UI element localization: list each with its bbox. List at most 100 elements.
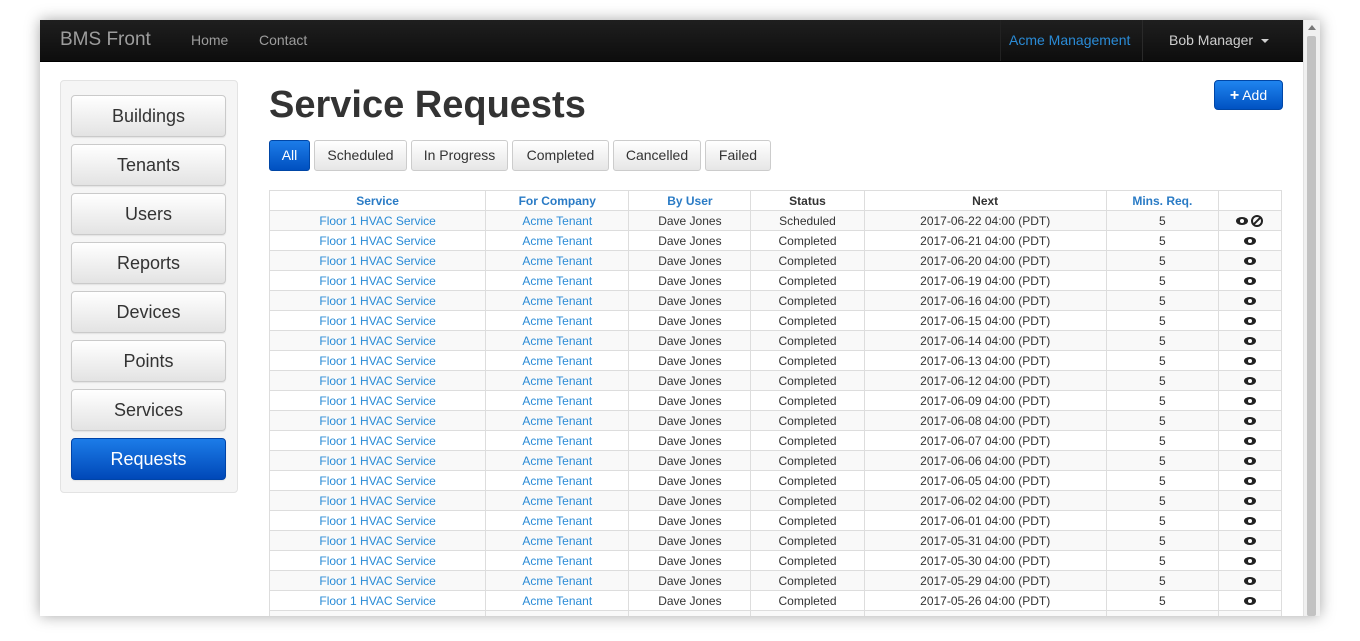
view-eye-icon[interactable] (1243, 417, 1256, 426)
column-header-service[interactable]: Service (268, 190, 487, 211)
view-eye-icon[interactable] (1243, 357, 1256, 366)
service-link[interactable]: Floor 1 HVAC Service (268, 310, 486, 331)
mins-req-cell: 5 (1105, 470, 1219, 491)
view-eye-icon[interactable] (1236, 217, 1249, 226)
column-header-mins-req[interactable]: Mins. Req. (1105, 190, 1219, 211)
vertical-scrollbar[interactable] (1303, 20, 1320, 616)
company-link[interactable]: Acme Tenant (485, 570, 629, 591)
company-link[interactable]: Acme Tenant (485, 390, 629, 411)
sidebar-item-tenants[interactable]: Tenants (71, 144, 226, 186)
sidebar-item-reports[interactable]: Reports (71, 242, 226, 284)
view-eye-icon[interactable] (1243, 317, 1256, 326)
company-link[interactable]: Acme Tenant (485, 290, 629, 311)
view-eye-icon[interactable] (1243, 437, 1256, 446)
view-eye-icon[interactable] (1243, 457, 1256, 466)
service-link[interactable]: Floor 1 HVAC Service (268, 370, 486, 391)
view-eye-icon[interactable] (1243, 237, 1256, 246)
filter-all[interactable]: All (269, 140, 310, 171)
column-header-by-user[interactable]: By User (628, 190, 752, 211)
service-link[interactable]: Floor 1 HVAC Service (268, 330, 486, 351)
view-eye-icon[interactable] (1243, 557, 1256, 566)
sidebar-item-services[interactable]: Services (71, 389, 226, 431)
view-eye-icon[interactable] (1243, 337, 1256, 346)
table-row: Floor 1 HVAC ServiceAcme TenantDave Jone… (268, 430, 1282, 451)
service-link[interactable]: Floor 1 HVAC Service (268, 510, 486, 531)
company-link[interactable]: Acme Tenant (485, 410, 629, 431)
company-link[interactable]: Acme Tenant (485, 310, 629, 331)
service-link[interactable]: Floor 1 HVAC Service (268, 250, 486, 271)
company-link[interactable]: Acme Tenant (485, 350, 629, 371)
company-link[interactable]: Acme Tenant (485, 530, 629, 551)
service-link[interactable]: Floor 1 HVAC Service (268, 210, 486, 231)
organization-link[interactable]: Acme Management (1000, 20, 1150, 61)
service-link[interactable]: Floor 1 HVAC Service (268, 230, 486, 251)
sidebar-item-requests[interactable]: Requests (71, 438, 226, 480)
status-cell: Completed (750, 350, 865, 371)
company-link[interactable]: Acme Tenant (485, 550, 629, 571)
brand-link[interactable]: BMS Front (60, 29, 151, 51)
view-eye-icon[interactable] (1243, 537, 1256, 546)
service-link[interactable]: Floor 1 HVAC Service (268, 430, 486, 451)
filter-in-progress[interactable]: In Progress (411, 140, 508, 171)
view-eye-icon[interactable] (1243, 277, 1256, 286)
view-eye-icon[interactable] (1243, 497, 1256, 506)
filter-failed[interactable]: Failed (705, 140, 771, 171)
company-link[interactable]: Acme Tenant (485, 470, 629, 491)
service-link[interactable]: Floor 1 HVAC Service (268, 290, 486, 311)
company-link[interactable]: Acme Tenant (485, 250, 629, 271)
filter-completed[interactable]: Completed (512, 140, 609, 171)
company-link[interactable]: Acme Tenant (485, 590, 629, 611)
filter-cancelled[interactable]: Cancelled (613, 140, 701, 171)
company-link[interactable]: Acme Tenant (485, 430, 629, 451)
service-link[interactable]: Floor 1 HVAC Service (268, 610, 486, 616)
view-eye-icon[interactable] (1243, 257, 1256, 266)
nav-link-home[interactable]: Home (191, 32, 228, 48)
company-link[interactable]: Acme Tenant (485, 210, 629, 231)
service-link[interactable]: Floor 1 HVAC Service (268, 450, 486, 471)
actions-cell (1217, 610, 1282, 616)
company-link[interactable]: Acme Tenant (485, 490, 629, 511)
company-link[interactable]: Acme Tenant (485, 370, 629, 391)
add-button-label: Add (1242, 87, 1268, 103)
sidebar-item-users[interactable]: Users (71, 193, 226, 235)
sidebar-item-buildings[interactable]: Buildings (71, 95, 226, 137)
view-eye-icon[interactable] (1243, 377, 1256, 386)
add-button[interactable]: + Add (1214, 80, 1283, 110)
service-link[interactable]: Floor 1 HVAC Service (268, 530, 486, 551)
actions-cell (1217, 450, 1282, 471)
company-link[interactable]: Acme Tenant (485, 610, 629, 616)
user-menu-dropdown[interactable]: Bob Manager (1142, 20, 1304, 61)
company-link[interactable]: Acme Tenant (485, 230, 629, 251)
service-link[interactable]: Floor 1 HVAC Service (268, 470, 486, 491)
actions-cell (1217, 250, 1282, 271)
sidebar-item-points[interactable]: Points (71, 340, 226, 382)
view-eye-icon[interactable] (1243, 517, 1256, 526)
view-eye-icon[interactable] (1243, 477, 1256, 486)
company-link[interactable]: Acme Tenant (485, 270, 629, 291)
service-link[interactable]: Floor 1 HVAC Service (268, 410, 486, 431)
company-link[interactable]: Acme Tenant (485, 450, 629, 471)
user-cell: Dave Jones (628, 250, 751, 271)
column-header-for-company[interactable]: For Company (485, 190, 630, 211)
next-run-cell: 2017-05-26 04:00 (PDT) (863, 590, 1107, 611)
company-link[interactable]: Acme Tenant (485, 510, 629, 531)
nav-link-contact[interactable]: Contact (259, 32, 307, 48)
service-link[interactable]: Floor 1 HVAC Service (268, 590, 486, 611)
service-link[interactable]: Floor 1 HVAC Service (268, 490, 486, 511)
service-link[interactable]: Floor 1 HVAC Service (268, 570, 486, 591)
service-link[interactable]: Floor 1 HVAC Service (268, 350, 486, 371)
service-link[interactable]: Floor 1 HVAC Service (268, 550, 486, 571)
view-eye-icon[interactable] (1243, 597, 1256, 606)
service-link[interactable]: Floor 1 HVAC Service (268, 390, 486, 411)
scroll-up-arrow-icon[interactable] (1308, 25, 1316, 30)
filter-scheduled[interactable]: Scheduled (314, 140, 407, 171)
service-link[interactable]: Floor 1 HVAC Service (268, 270, 486, 291)
next-run-cell: 2017-06-20 04:00 (PDT) (863, 250, 1107, 271)
view-eye-icon[interactable] (1243, 297, 1256, 306)
view-eye-icon[interactable] (1243, 397, 1256, 406)
scrollbar-thumb[interactable] (1307, 36, 1316, 616)
view-eye-icon[interactable] (1243, 577, 1256, 586)
company-link[interactable]: Acme Tenant (485, 330, 629, 351)
cancel-icon[interactable] (1251, 215, 1264, 228)
sidebar-item-devices[interactable]: Devices (71, 291, 226, 333)
